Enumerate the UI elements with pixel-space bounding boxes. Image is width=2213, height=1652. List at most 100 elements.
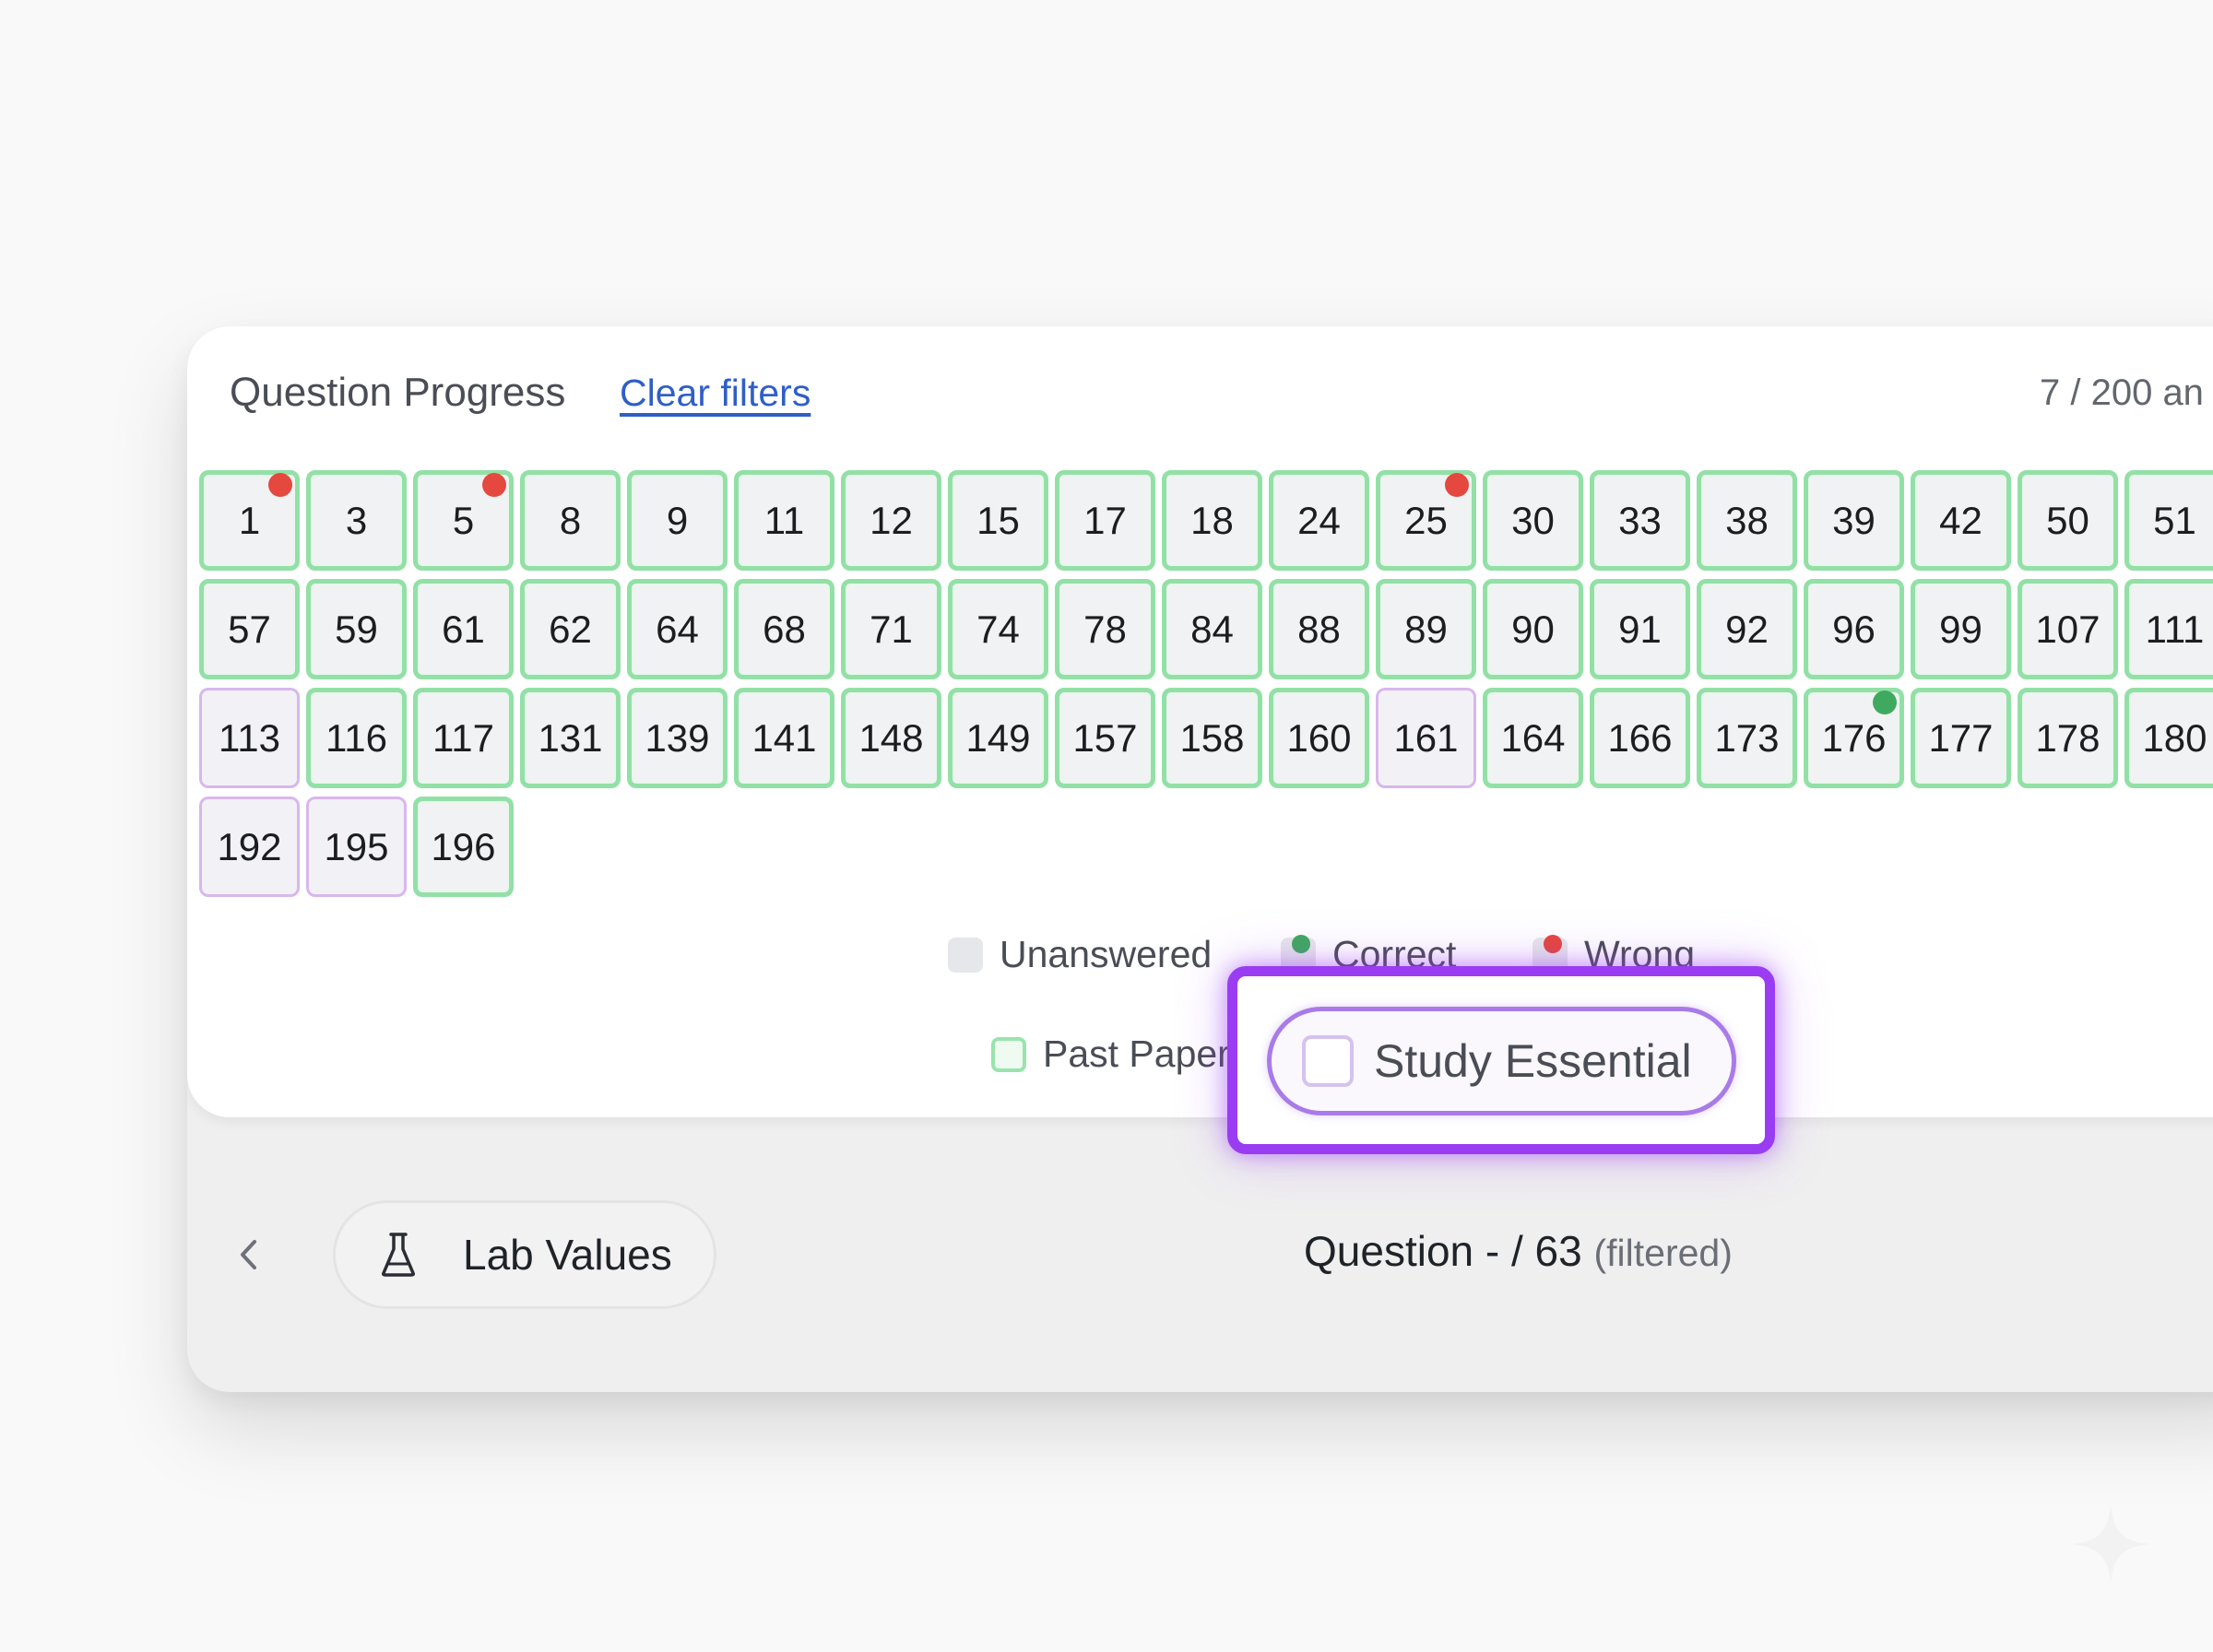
- question-cell[interactable]: 61: [413, 579, 514, 679]
- question-cell[interactable]: 139: [627, 688, 728, 788]
- question-number: 99: [1939, 607, 1982, 651]
- question-cell[interactable]: 74: [948, 579, 1048, 679]
- question-cell[interactable]: 89: [1376, 579, 1476, 679]
- question-number: 18: [1190, 498, 1234, 542]
- question-cell[interactable]: 192: [199, 796, 300, 897]
- question-cell[interactable]: 64: [627, 579, 728, 679]
- question-cell[interactable]: 18: [1162, 470, 1262, 571]
- question-cell[interactable]: 8: [520, 470, 621, 571]
- question-number: 91: [1618, 607, 1662, 651]
- correct-dot: [1873, 690, 1897, 714]
- question-number: 25: [1404, 498, 1448, 542]
- question-cell[interactable]: 24: [1269, 470, 1369, 571]
- question-cell[interactable]: 62: [520, 579, 621, 679]
- question-cell[interactable]: 50: [2018, 470, 2118, 571]
- question-cell[interactable]: 92: [1697, 579, 1797, 679]
- question-cell[interactable]: 91: [1590, 579, 1690, 679]
- question-number: 64: [656, 607, 699, 651]
- question-number: 90: [1511, 607, 1555, 651]
- sparkle-icon: [2071, 1504, 2150, 1584]
- question-cell[interactable]: 17: [1055, 470, 1155, 571]
- question-cell[interactable]: 180: [2124, 688, 2213, 788]
- study-essential-label: Study Essential: [1374, 1035, 1692, 1087]
- question-counter-text: Question - / 63: [1304, 1227, 1582, 1275]
- legend-unanswered-label: Unanswered: [1000, 933, 1213, 975]
- question-cell[interactable]: 78: [1055, 579, 1155, 679]
- question-number: 11: [763, 498, 805, 542]
- question-number: 192: [217, 824, 282, 868]
- question-cell[interactable]: 131: [520, 688, 621, 788]
- question-cell[interactable]: 88: [1269, 579, 1369, 679]
- question-cell[interactable]: 90: [1483, 579, 1583, 679]
- question-cell[interactable]: 3: [306, 470, 407, 571]
- question-number: 88: [1297, 607, 1341, 651]
- question-cell[interactable]: 176: [1804, 688, 1904, 788]
- question-cell[interactable]: 11: [734, 470, 834, 571]
- question-cell[interactable]: 113: [199, 688, 300, 788]
- question-number: 139: [645, 715, 710, 760]
- question-cell[interactable]: 141: [734, 688, 834, 788]
- filtered-note: (filtered): [1593, 1232, 1733, 1274]
- question-number: 3: [345, 498, 368, 542]
- study-essential-filter[interactable]: Study Essential: [1267, 1007, 1736, 1115]
- question-cell[interactable]: 164: [1483, 688, 1583, 788]
- question-cell[interactable]: 107: [2018, 579, 2118, 679]
- question-number: 8: [559, 498, 582, 542]
- question-number: 50: [2046, 498, 2089, 542]
- question-cell[interactable]: 148: [841, 688, 941, 788]
- question-cell[interactable]: 116: [306, 688, 407, 788]
- previous-question-button[interactable]: [231, 1229, 267, 1280]
- question-cell[interactable]: 158: [1162, 688, 1262, 788]
- question-number: 92: [1725, 607, 1769, 651]
- question-counter: Question - / 63 (filtered): [1304, 1226, 1733, 1276]
- question-cell[interactable]: 15: [948, 470, 1048, 571]
- question-cell[interactable]: 33: [1590, 470, 1690, 571]
- question-cell[interactable]: 51: [2124, 470, 2213, 571]
- question-cell[interactable]: 9: [627, 470, 728, 571]
- question-cell[interactable]: 177: [1911, 688, 2011, 788]
- question-cell[interactable]: 157: [1055, 688, 1155, 788]
- question-cell[interactable]: 68: [734, 579, 834, 679]
- question-cell[interactable]: 57: [199, 579, 300, 679]
- question-cell[interactable]: 84: [1162, 579, 1262, 679]
- question-cell[interactable]: 117: [413, 688, 514, 788]
- question-cell[interactable]: 12: [841, 470, 941, 571]
- question-number: 78: [1083, 607, 1127, 651]
- question-cell[interactable]: 111: [2124, 579, 2213, 679]
- question-cell[interactable]: 178: [2018, 688, 2118, 788]
- question-cell[interactable]: 59: [306, 579, 407, 679]
- question-cell[interactable]: 1: [199, 470, 300, 571]
- question-number: 1: [238, 498, 261, 542]
- question-cell[interactable]: 173: [1697, 688, 1797, 788]
- question-cell[interactable]: 96: [1804, 579, 1904, 679]
- panel-title: Question Progress: [230, 370, 566, 415]
- question-cell[interactable]: 25: [1376, 470, 1476, 571]
- question-cell[interactable]: 5: [413, 470, 514, 571]
- question-number: 196: [431, 824, 496, 868]
- question-cell[interactable]: 42: [1911, 470, 2011, 571]
- lab-values-button[interactable]: Lab Values: [333, 1200, 716, 1309]
- question-number: 166: [1607, 715, 1673, 760]
- flask-icon: [376, 1229, 420, 1280]
- study-essential-checkbox[interactable]: [1302, 1035, 1354, 1087]
- question-number: 39: [1832, 498, 1876, 542]
- question-cell[interactable]: 30: [1483, 470, 1583, 571]
- question-cell[interactable]: 149: [948, 688, 1048, 788]
- question-cell[interactable]: 38: [1697, 470, 1797, 571]
- question-cell[interactable]: 160: [1269, 688, 1369, 788]
- question-number: 30: [1511, 498, 1555, 542]
- question-cell[interactable]: 196: [413, 796, 514, 897]
- question-number: 195: [324, 824, 389, 868]
- question-cell[interactable]: 166: [1590, 688, 1690, 788]
- question-number: 68: [763, 607, 806, 651]
- clear-filters-link[interactable]: Clear filters: [620, 365, 811, 420]
- question-cell[interactable]: 39: [1804, 470, 1904, 571]
- question-number: 107: [2035, 607, 2101, 651]
- question-cell[interactable]: 161: [1376, 688, 1476, 788]
- question-number: 12: [870, 498, 913, 542]
- lab-values-label: Lab Values: [463, 1231, 672, 1279]
- wrong-dot: [1445, 473, 1469, 497]
- question-cell[interactable]: 99: [1911, 579, 2011, 679]
- question-cell[interactable]: 71: [841, 579, 941, 679]
- question-cell[interactable]: 195: [306, 796, 407, 897]
